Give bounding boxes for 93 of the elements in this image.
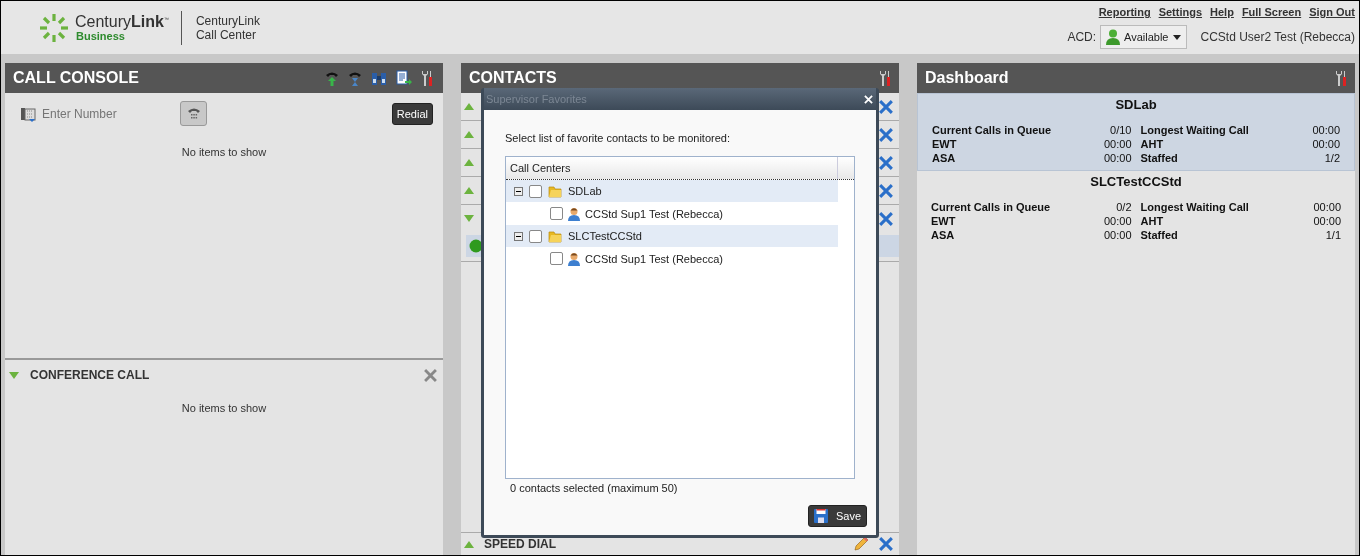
header-link[interactable]: Sign Out <box>1309 6 1355 18</box>
stat-label: Staffed <box>1140 152 1179 164</box>
empty-message: No items to show <box>180 146 268 158</box>
stat-label: EWT <box>931 215 957 227</box>
stat-value: 00:00 <box>1312 138 1340 150</box>
section-title: SPEED DIAL <box>484 537 556 551</box>
stat-label: EWT <box>932 138 958 150</box>
close-icon[interactable] <box>879 183 893 198</box>
tree-label: SDLab <box>568 185 602 197</box>
tools-icon[interactable] <box>879 70 891 86</box>
stat-value: 1/1 <box>1324 229 1341 241</box>
save-button[interactable]: Save <box>807 505 867 527</box>
folder-icon <box>548 229 562 243</box>
transfer-list-icon[interactable] <box>396 70 412 86</box>
panel-title: Dashboard <box>925 69 1009 87</box>
folder-icon <box>548 184 562 198</box>
header-link[interactable]: Help <box>1210 6 1234 18</box>
header-link[interactable]: Full Screen <box>1241 6 1302 18</box>
logo-subtitle: Business <box>76 30 125 42</box>
stat-value: 00:00 <box>1312 124 1340 136</box>
stat-label: Longest Waiting Call <box>1140 201 1250 213</box>
person-icon <box>1106 29 1121 45</box>
stat-value: 00:00 <box>1313 201 1341 213</box>
collapse-toggle-icon[interactable] <box>464 131 474 138</box>
stat-value: 00:00 <box>1313 215 1341 227</box>
collapse-toggle-icon[interactable] <box>9 371 19 379</box>
stat-label: AHT <box>1140 215 1165 227</box>
collapse-toggle-icon[interactable] <box>464 103 474 110</box>
collapse-toggle-icon[interactable] <box>464 540 474 548</box>
phone-book-icon[interactable] <box>20 105 36 122</box>
checkbox[interactable] <box>529 229 542 243</box>
checkbox[interactable] <box>550 207 563 220</box>
dial-button[interactable] <box>180 101 207 126</box>
close-icon[interactable] <box>879 537 893 551</box>
tree-label: CCStd Sup1 Test (Rebecca) <box>585 207 723 220</box>
phone-hold-icon[interactable] <box>348 70 362 86</box>
redial-button[interactable]: Redial <box>391 102 433 125</box>
stat-label: Current Calls in Queue <box>932 124 1053 136</box>
stat-label: ASA <box>932 152 957 164</box>
dialog-prompt: Select list of favorite contacts to be monitored: <box>505 132 731 144</box>
stat-label: ASA <box>931 229 956 241</box>
call-center-name: SLCTestCCStd <box>1089 174 1183 189</box>
checkbox[interactable] <box>529 184 542 198</box>
stat-value: 00:00 <box>1103 229 1132 241</box>
call-center-card[interactable]: SDLab Current Calls in Queue 0/10 Longest Waiting Call 00:00 EWT 00:00 AHT 00:00 ASA 00:00 Staffed 1/2 <box>917 93 1355 171</box>
sunburst-logo-icon <box>39 12 69 43</box>
stat-value: 00:00 <box>1103 138 1132 150</box>
empty-message: No items to show <box>180 402 268 414</box>
checkbox[interactable] <box>550 252 563 265</box>
selection-count: 0 contacts selected (maximum 50) <box>510 482 679 494</box>
header-link[interactable]: Settings <box>1158 6 1203 18</box>
stat-label: AHT <box>1140 138 1165 150</box>
app-title: Call Center <box>195 27 256 42</box>
call-center-name: SDLab <box>1114 97 1158 112</box>
stat-value: 00:00 <box>1103 152 1132 164</box>
stat-label: Staffed <box>1140 229 1179 241</box>
tools-icon[interactable] <box>1335 70 1347 86</box>
tree-label: SLCTestCCStd <box>568 230 642 242</box>
close-icon[interactable] <box>879 211 893 226</box>
collapse-toggle-icon[interactable] <box>464 159 474 166</box>
logo-wordmark: CenturyLink$^{™}$ <box>75 13 169 30</box>
tools-icon[interactable] <box>421 70 433 86</box>
column-header: Call Centers <box>506 157 838 179</box>
collapse-toggle-icon[interactable] <box>514 186 523 196</box>
stat-value: 0/10 <box>1109 124 1132 136</box>
stat-value: 00:00 <box>1103 215 1132 227</box>
acd-label: ACD: <box>1067 30 1097 44</box>
stat-label: Longest Waiting Call <box>1140 124 1250 136</box>
number-input-field[interactable]: Enter Number <box>40 105 164 122</box>
collapse-toggle-icon[interactable] <box>514 231 523 241</box>
phone-pickup-icon[interactable] <box>325 70 339 86</box>
header-link[interactable]: Reporting <box>1098 6 1151 18</box>
panel-title: CALL CONSOLE <box>13 69 139 87</box>
collapse-toggle-icon[interactable] <box>464 187 474 194</box>
tree-label: CCStd Sup1 Test (Rebecca) <box>585 252 723 265</box>
close-icon[interactable] <box>879 127 893 142</box>
user-name: CCStd User2 Test (Rebecca) <box>1200 30 1355 44</box>
caret-icon <box>1172 34 1181 40</box>
pencil-icon[interactable] <box>853 536 869 552</box>
app-title: CenturyLink <box>195 13 260 28</box>
panel-title: CONTACTS <box>469 69 557 87</box>
collapse-toggle-icon[interactable] <box>464 215 474 222</box>
close-icon[interactable] <box>879 99 893 114</box>
stat-value: 0/2 <box>1115 201 1132 213</box>
person-icon <box>567 206 581 221</box>
acd-status-dropdown[interactable]: Available <box>1100 25 1187 49</box>
section-title: CONFERENCE CALL <box>30 368 150 382</box>
stat-value: 1/2 <box>1323 152 1340 164</box>
stat-label: Current Calls in Queue <box>931 201 1052 213</box>
binoculars-icon[interactable] <box>371 70 387 86</box>
close-icon[interactable] <box>879 155 893 170</box>
status-dot-icon <box>469 239 483 253</box>
person-icon <box>567 251 581 266</box>
